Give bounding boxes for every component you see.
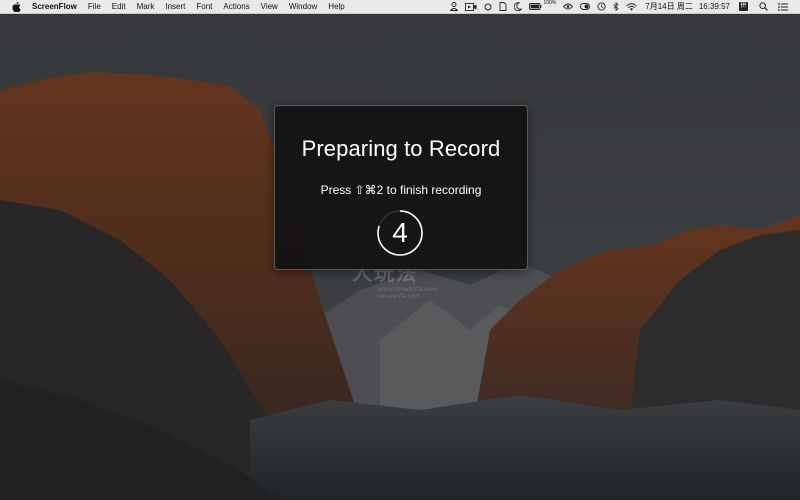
screen-record-icon[interactable] [465, 2, 477, 11]
input-method-label: 拼 [739, 2, 748, 11]
menu-view[interactable]: View [261, 2, 278, 11]
menu-bar: ScreenFlow File Edit Mark Insert Font Ac… [0, 0, 800, 14]
countdown-timer: 4 [376, 209, 424, 257]
battery-percent: 100% [543, 0, 557, 6]
menu-insert[interactable]: Insert [165, 2, 185, 11]
watermark-line-1: www.renwanfa.com [378, 286, 437, 293]
eye-icon[interactable] [563, 3, 574, 10]
apple-icon[interactable] [12, 1, 22, 12]
battery-icon [529, 3, 542, 10]
menu-help[interactable]: Help [328, 2, 344, 11]
toggle-icon[interactable] [580, 3, 591, 10]
notification-center-icon[interactable] [778, 2, 788, 11]
menu-font[interactable]: Font [196, 2, 212, 11]
wifi-icon[interactable] [626, 2, 638, 11]
input-method-icon[interactable]: 拼 [739, 2, 748, 11]
document-icon[interactable] [499, 2, 507, 11]
circle-icon[interactable] [484, 3, 492, 11]
menu-actions[interactable]: Actions [223, 2, 249, 11]
finish-recording-hint: Press ⇧⌘2 to finish recording [320, 183, 482, 197]
menu-edit[interactable]: Edit [112, 2, 126, 11]
menu-file[interactable]: File [88, 2, 101, 11]
bluetooth-icon[interactable] [613, 2, 619, 11]
menu-app-name[interactable]: ScreenFlow [32, 2, 77, 11]
countdown-number: 4 [392, 217, 408, 248]
date-label[interactable]: 7月14日 周二 [645, 1, 693, 12]
time-machine-icon[interactable] [597, 2, 606, 11]
menu-bar-status-area: 100% 7月14日 周二 16:39:57 拼 [443, 0, 800, 13]
watermark-line-2: renwanfa.com [378, 293, 421, 300]
spotlight-icon[interactable] [759, 2, 768, 11]
recording-countdown-overlay: Preparing to Record Press ⇧⌘2 to finish … [274, 105, 528, 270]
time-label[interactable]: 16:39:57 [699, 2, 730, 11]
moon-icon[interactable] [514, 2, 523, 11]
person-icon[interactable] [450, 2, 459, 11]
overlay-title: Preparing to Record [301, 136, 501, 161]
menu-window[interactable]: Window [289, 2, 317, 11]
menu-mark[interactable]: Mark [137, 2, 155, 11]
